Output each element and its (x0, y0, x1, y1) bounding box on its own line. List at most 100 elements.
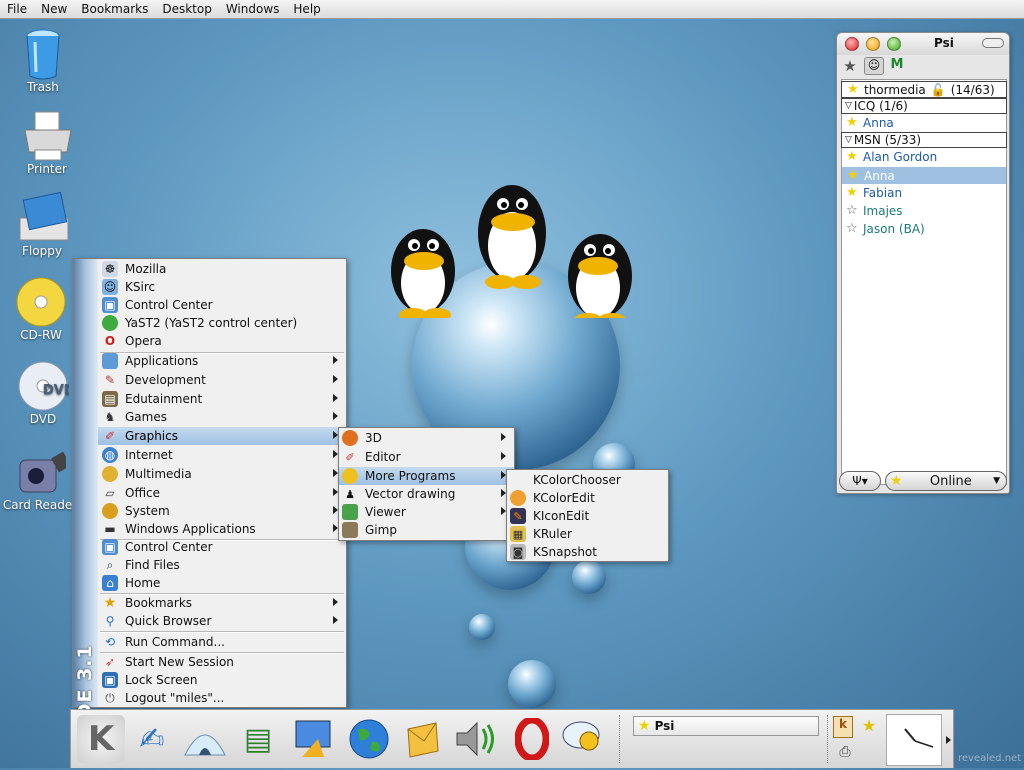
kate-icon[interactable]: k (833, 716, 853, 738)
menu-item-label: Mozilla (125, 262, 167, 276)
menu-item-graphics[interactable]: ✐ Graphics (98, 427, 346, 445)
account-row[interactable]: ★ thormedia 🔓 (14/63) (841, 81, 1007, 98)
watermark: revealed.net (958, 753, 1022, 764)
psi-menu-button[interactable]: Ψ▾ (839, 471, 881, 491)
menu-item-edutainment[interactable]: ▤ Edutainment (98, 390, 346, 408)
menu-item-bookmarks[interactable]: ★ Bookmarks (98, 594, 346, 612)
group-name: MSN (853, 133, 881, 147)
svg-text:DVD: DVD (43, 383, 69, 398)
maximize-button[interactable] (887, 37, 901, 51)
contact-name: Alan Gordon (863, 150, 938, 164)
options-star-icon[interactable]: ★ (841, 57, 859, 75)
chevron-down-icon: ▽ (845, 135, 852, 145)
menu-item-label: System (125, 504, 170, 518)
favorites-star-icon[interactable]: ★ (859, 716, 879, 738)
contact-anna-msn[interactable]: ★ Anna (842, 167, 1006, 184)
submenu-item-kcoloredit[interactable]: KColorEdit (507, 489, 668, 507)
yast-icon (102, 315, 118, 331)
calendar-icon[interactable]: ▤ (234, 715, 282, 763)
contact-jason[interactable]: ☆ Jason (BA) (841, 221, 1007, 237)
konqueror-icon[interactable] (289, 715, 337, 763)
contact-fabian[interactable]: ★ Fabian (841, 185, 1007, 201)
opera-icon[interactable] (508, 715, 556, 763)
desktop-icon-trash[interactable]: Trash (3, 28, 83, 94)
submenu-arrow-icon (501, 452, 506, 460)
menu-item-multimedia[interactable]: Multimedia (98, 465, 346, 483)
clock[interactable] (886, 714, 942, 766)
menu-item-development[interactable]: ✎ Development (98, 371, 346, 389)
chat-icon[interactable] (559, 715, 607, 763)
kwrite-icon[interactable]: ✍ (128, 715, 176, 763)
menu-item-lock-screen[interactable]: ▣ Lock Screen (98, 671, 346, 689)
menu-windows[interactable]: Windows (219, 0, 287, 18)
igloo-icon[interactable] (181, 715, 229, 763)
psi-title: Psi (934, 36, 954, 50)
panel-handle[interactable] (827, 715, 831, 763)
menu-item-label: Home (125, 576, 161, 590)
contact-imajes[interactable]: ☆ Imajes (841, 203, 1007, 219)
menu-item-home[interactable]: ⌂ Home (98, 574, 346, 592)
taskbar-button-psi[interactable]: ★ Psi (633, 716, 819, 736)
group-msn[interactable]: ▽ MSN (5/33) (841, 132, 1007, 148)
menu-new[interactable]: New (34, 0, 74, 18)
menu-item-ksirc[interactable]: ☺ KSirc (98, 278, 346, 296)
menu-item-internet[interactable]: ◍ Internet (98, 446, 346, 464)
office-icon: ▱ (105, 486, 115, 500)
shade-button[interactable] (982, 38, 1004, 48)
contact-anna-icq[interactable]: ★ Anna (841, 115, 1007, 131)
menu-item-run-command[interactable]: ⟲ Run Command... (98, 633, 346, 651)
menu-item-windows-applications[interactable]: ▬ Windows Applications (98, 520, 346, 538)
menu-item-yast2[interactable]: YaST2 (YaST2 control center) (98, 314, 346, 332)
desktop-icon-printer[interactable]: Printer (7, 110, 87, 176)
menu-bookmarks[interactable]: Bookmarks (74, 0, 155, 18)
submenu-item-vector-drawing[interactable]: ♟ Vector drawing (339, 485, 514, 503)
k-menu-button[interactable]: K (77, 715, 125, 763)
submenu-item-editor[interactable]: ✐ Editor (339, 448, 514, 466)
submenu-item-viewer[interactable]: Viewer (339, 503, 514, 521)
menu-item-start-new-session[interactable]: ➶ Start New Session (98, 653, 346, 671)
menu-item-applications[interactable]: Applications (98, 352, 346, 370)
desktop-icon-floppy[interactable]: Floppy (2, 192, 82, 258)
status-dropdown[interactable]: ★ Online ▼ (885, 471, 1007, 491)
submenu-item-ksnapshot[interactable]: ◙ KSnapshot (507, 543, 668, 561)
menu-item-control-center-recent[interactable]: ▣ Control Center (98, 296, 346, 314)
menu-item-opera[interactable]: O Opera (98, 332, 346, 350)
menu-item-games[interactable]: ♞ Games (98, 408, 346, 426)
menu-item-quick-browser[interactable]: ⚲ Quick Browser (98, 612, 346, 630)
menu-item-office[interactable]: ▱ Office (98, 484, 346, 502)
mail-icon[interactable] (398, 715, 446, 763)
menu-item-label: Internet (125, 448, 173, 462)
close-button[interactable] (845, 37, 859, 51)
menu-item-system[interactable]: System (98, 502, 346, 520)
menu-file[interactable]: File (0, 0, 34, 18)
submenu-item-label: KColorEdit (533, 491, 595, 505)
minimize-button[interactable] (866, 37, 880, 51)
mail-icon[interactable]: M (888, 57, 906, 75)
desktop-icon-cdrw[interactable]: CD-RW (1, 276, 81, 342)
submenu-item-more-programs[interactable]: More Programs (339, 467, 514, 485)
menu-item-control-center[interactable]: ▣ Control Center (98, 538, 346, 556)
submenu-item-kcolorchooser[interactable]: KColorChooser (507, 471, 668, 489)
sound-icon[interactable] (451, 715, 499, 763)
contact-alan-gordon[interactable]: ★ Alan Gordon (841, 149, 1007, 165)
desktop-icon-card-reader[interactable]: Card Reader (0, 446, 80, 512)
globe-icon[interactable] (345, 715, 393, 763)
submenu-item-kiconedit[interactable]: ✎ KIconEdit (507, 507, 668, 525)
submenu-item-3d[interactable]: 3D (339, 429, 514, 447)
star-icon: ★ (890, 473, 903, 489)
submenu-item-kruler[interactable]: ▦ KRuler (507, 525, 668, 543)
expand-arrow-icon[interactable] (946, 736, 951, 744)
panel-handle[interactable] (619, 715, 627, 763)
show-offline-icon[interactable]: ☺ (864, 57, 884, 75)
group-icq[interactable]: ▽ ICQ (1/6) (841, 98, 1007, 114)
menu-help[interactable]: Help (286, 0, 327, 18)
menu-item-mozilla[interactable]: ☸ Mozilla (98, 260, 346, 278)
desktop-icon-dvd[interactable]: DVD DVD (3, 360, 83, 426)
menu-item-label: Multimedia (125, 467, 192, 481)
contact-name: Jason (BA) (863, 222, 925, 236)
menu-desktop[interactable]: Desktop (155, 0, 219, 18)
submenu-item-gimp[interactable]: Gimp (339, 521, 514, 539)
menu-item-logout[interactable]: ⏻ Logout "miles"... (98, 689, 346, 707)
menu-item-find-files[interactable]: ⌕ Find Files (98, 556, 346, 574)
printer-icon[interactable]: ⎙ (833, 744, 857, 762)
